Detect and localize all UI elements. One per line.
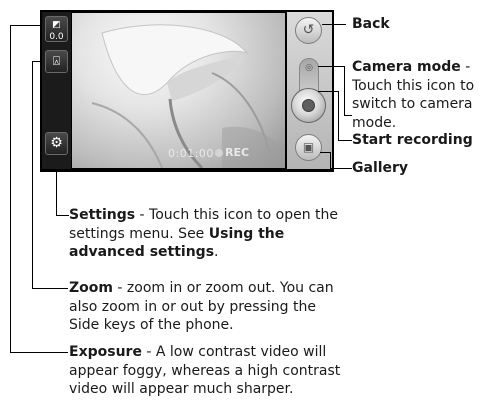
settings-label: Settings - Touch this icon to open the s… xyxy=(69,206,354,262)
settings-button[interactable]: ⚙ xyxy=(45,132,68,155)
zoom-label: Zoom - zoom in or zoom out. You can also… xyxy=(69,279,349,335)
left-toolbar: ◩ 0.0 ⍓ ⚙ xyxy=(42,12,71,169)
zoom-button[interactable]: ⍓ xyxy=(45,50,68,73)
exposure-value: 0.0 xyxy=(49,32,64,42)
zoom-leader-end xyxy=(32,288,68,289)
recording-timer: 0:01:00 xyxy=(168,147,214,160)
start-recording-label-title: Start recording xyxy=(352,132,473,148)
viewfinder xyxy=(72,13,285,168)
zoom-icon: ⍓ xyxy=(52,54,61,68)
gallery-button[interactable]: ▣ xyxy=(295,134,322,161)
camera-mode-label-title: Camera mode xyxy=(352,59,461,75)
start-recording-label: Start recording xyxy=(352,131,473,150)
exposure-leader-line xyxy=(10,25,42,26)
rec-indicator-dot xyxy=(215,149,223,157)
rec-label: REC xyxy=(225,146,250,159)
back-label: Back xyxy=(352,15,390,34)
zoom-label-title: Zoom xyxy=(69,280,113,296)
gallery-leader-end xyxy=(330,168,352,169)
gallery-label: Gallery xyxy=(352,159,408,178)
gallery-leader-vertical xyxy=(330,152,331,168)
back-leader-line xyxy=(322,24,346,25)
camera-mode-leader-line xyxy=(318,66,344,67)
exposure-button[interactable]: ◩ 0.0 xyxy=(45,16,68,42)
zoom-leader-vertical xyxy=(32,61,33,288)
exposure-label-title: Exposure xyxy=(69,344,142,360)
record-button-icon xyxy=(302,99,315,112)
settings-leader-vertical xyxy=(56,170,57,215)
camera-mode-leader-vertical xyxy=(344,66,345,115)
gear-icon: ⚙ xyxy=(50,135,63,151)
gallery-leader-line xyxy=(320,152,330,153)
settings-label-title: Settings xyxy=(69,207,136,223)
exposure-label: Exposure - A low contrast video will app… xyxy=(69,343,354,399)
exposure-icon: ◩ xyxy=(52,20,61,30)
exposure-leader-vertical xyxy=(10,25,11,352)
camera-icon: ◎ xyxy=(305,63,313,73)
zoom-leader-line xyxy=(32,61,42,62)
camera-mode-label: Camera mode - Touch this icon to switch … xyxy=(352,58,494,132)
exposure-leader-end xyxy=(10,352,68,353)
settings-leader-end xyxy=(56,215,69,216)
back-label-title: Back xyxy=(352,16,390,32)
gallery-icon: ▣ xyxy=(302,140,315,154)
calla-lily-photo xyxy=(91,24,285,168)
back-button[interactable]: ↺ xyxy=(295,17,322,44)
start-recording-leader-vertical xyxy=(338,91,339,140)
start-recording-leader-end xyxy=(338,140,352,141)
record-button[interactable] xyxy=(291,88,326,123)
gallery-label-title: Gallery xyxy=(352,160,409,176)
camera-mode-leader-end xyxy=(344,115,352,116)
start-recording-leader-line xyxy=(318,91,338,92)
back-arrow-icon: ↺ xyxy=(302,22,315,38)
settings-label-end: . xyxy=(214,244,219,260)
